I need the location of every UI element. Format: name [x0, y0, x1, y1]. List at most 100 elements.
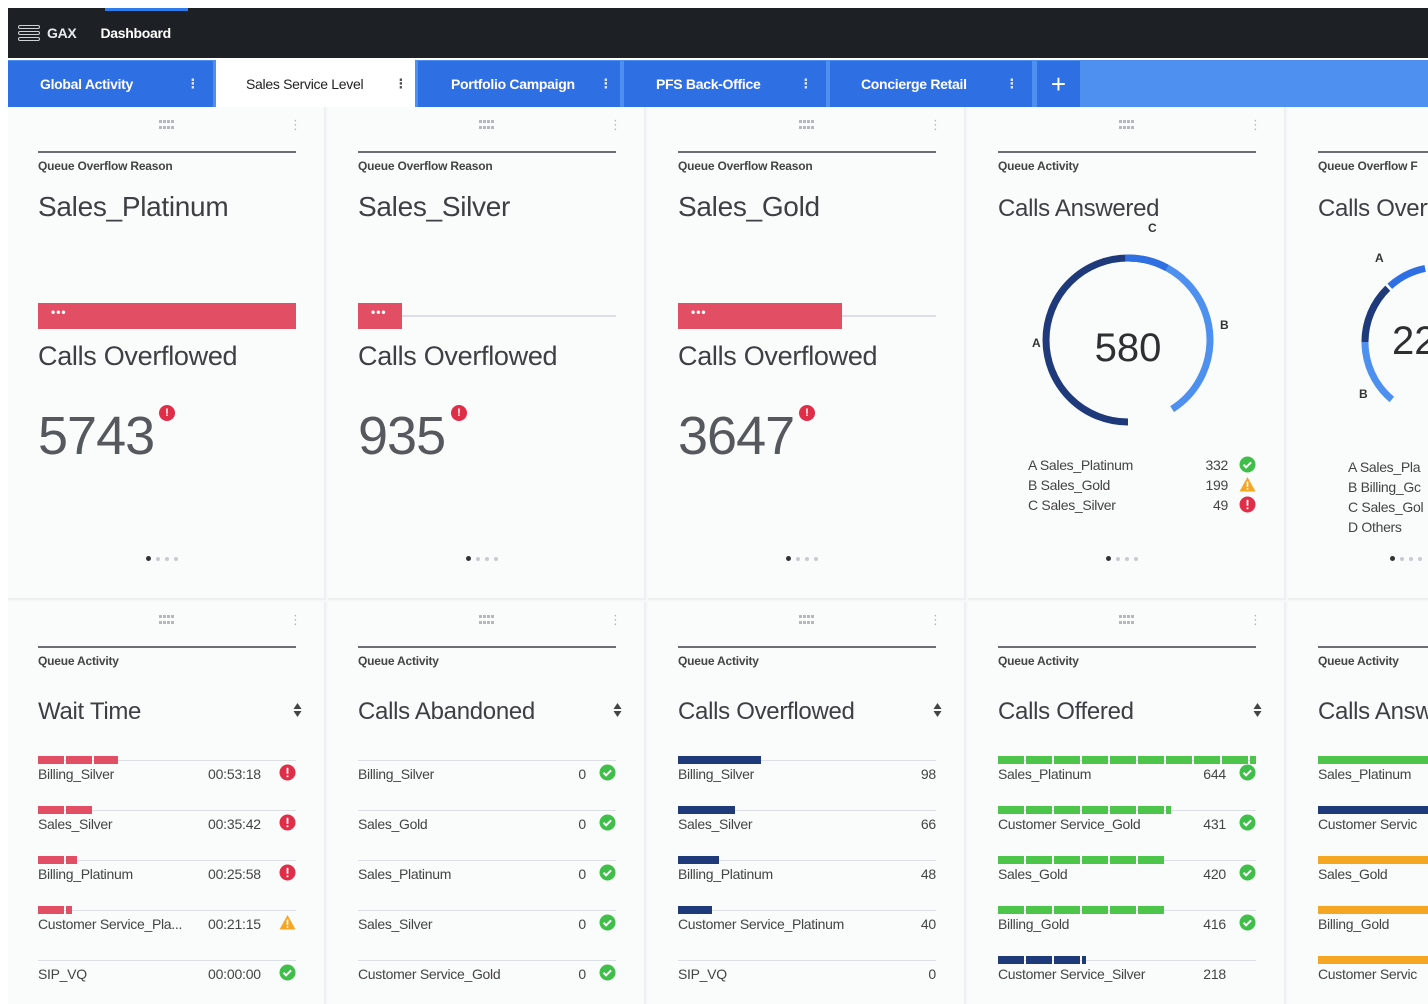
- drag-handle-icon[interactable]: [1119, 615, 1135, 625]
- tab-menu-icon[interactable]: ⋮: [1005, 76, 1018, 92]
- check-circle-icon: [1239, 864, 1256, 881]
- row-name: Sales_Silver: [358, 916, 433, 932]
- ellipsis-icon: •••: [371, 305, 387, 319]
- bar-track: [358, 810, 616, 811]
- card-menu-icon[interactable]: ⋮: [1249, 612, 1262, 628]
- card-pager[interactable]: [466, 556, 498, 561]
- list-item[interactable]: Billing_Platinum 00:25:58: [38, 852, 296, 902]
- list-item[interactable]: Sales_Gold 420: [998, 852, 1256, 902]
- card-menu-icon[interactable]: ⋮: [289, 612, 302, 628]
- legend-item[interactable]: A Sales_Pla: [1348, 457, 1423, 477]
- row-value: 0: [928, 966, 936, 982]
- drag-handle-icon[interactable]: [479, 615, 495, 625]
- card-pager[interactable]: [786, 556, 818, 561]
- list-item[interactable]: Sales_Gold 0: [358, 802, 616, 852]
- row-value: 0: [578, 766, 586, 782]
- error-icon: [279, 814, 296, 831]
- tab-menu-icon[interactable]: ⋮: [599, 76, 612, 92]
- list-item[interactable]: Sales_Platinum 644: [998, 752, 1256, 802]
- tab-menu-icon[interactable]: ⋮: [799, 76, 812, 92]
- sort-icon[interactable]: [1253, 702, 1262, 718]
- list-item[interactable]: Billing_Platinum 48: [678, 852, 936, 902]
- card-pager[interactable]: [1390, 556, 1422, 561]
- sort-icon[interactable]: [293, 702, 302, 718]
- list-item[interactable]: Customer Servic: [1318, 952, 1428, 1002]
- list-item[interactable]: Sales_Gold: [1318, 852, 1428, 902]
- row-value: 218: [1203, 966, 1226, 982]
- drag-handle-icon[interactable]: [159, 120, 175, 130]
- app-name[interactable]: GAX: [47, 25, 77, 41]
- legend-item[interactable]: B Billing_Gc: [1348, 477, 1423, 497]
- row-name: Sales_Silver: [678, 816, 753, 832]
- add-tab-button[interactable]: +: [1037, 61, 1080, 107]
- list-item[interactable]: Sales_Platinum: [1318, 752, 1428, 802]
- drag-handle-icon[interactable]: [799, 615, 815, 625]
- legend-item[interactable]: B Sales_Gold 199: [1028, 475, 1258, 495]
- card-menu-icon[interactable]: ⋮: [1249, 117, 1262, 133]
- sort-icon[interactable]: [933, 702, 942, 718]
- nav-dashboard[interactable]: Dashboard: [100, 25, 171, 41]
- check-circle-icon: [599, 964, 616, 981]
- legend-item[interactable]: D Others: [1348, 517, 1423, 537]
- row-value: 00:00:00: [208, 966, 261, 982]
- list-item[interactable]: Sales_Platinum 0: [358, 852, 616, 902]
- list-item[interactable]: Sales_Silver 66: [678, 802, 936, 852]
- warning-icon: [279, 914, 296, 931]
- value-bar: [38, 906, 72, 914]
- card-title: Calls Answ: [1318, 698, 1428, 725]
- list-item[interactable]: Sales_Silver 0: [358, 902, 616, 952]
- divider: [358, 646, 616, 648]
- card-pager[interactable]: [1106, 556, 1138, 561]
- list-item[interactable]: Customer Service_Gold 431: [998, 802, 1256, 852]
- divider: [358, 151, 616, 153]
- value-bar: [1318, 906, 1428, 914]
- list-item[interactable]: Billing_Gold: [1318, 902, 1428, 952]
- drag-handle-icon[interactable]: [479, 120, 495, 130]
- list-item[interactable]: Billing_Silver 0: [358, 752, 616, 802]
- card-menu-icon[interactable]: ⋮: [929, 612, 942, 628]
- tab-portfolio-campaign[interactable]: Portfolio Campaign ⋮: [418, 61, 620, 107]
- row-name: Billing_Gold: [998, 916, 1070, 932]
- divider: [998, 646, 1256, 648]
- sort-icon[interactable]: [613, 702, 622, 718]
- legend-name: C Sales_Silver: [1028, 497, 1116, 513]
- list-item[interactable]: Sales_Silver 00:35:42: [38, 802, 296, 852]
- divider: [998, 151, 1256, 153]
- list-item[interactable]: Billing_Silver 98: [678, 752, 936, 802]
- card-menu-icon[interactable]: ⋮: [289, 117, 302, 133]
- legend-item[interactable]: C Sales_Gol: [1348, 497, 1424, 517]
- card-menu-icon[interactable]: ⋮: [609, 117, 622, 133]
- row-name: Customer Service_Platinum: [678, 916, 845, 932]
- legend-item[interactable]: A Sales_Platinum 332: [1028, 455, 1258, 475]
- drag-handle-icon[interactable]: [159, 615, 175, 625]
- row-name: Billing_Silver: [358, 766, 434, 782]
- card-pager[interactable]: [146, 556, 178, 561]
- tab-menu-icon[interactable]: ⋮: [394, 76, 407, 92]
- card-menu-icon[interactable]: ⋮: [929, 117, 942, 133]
- list-item[interactable]: Customer Service_Platinum 40: [678, 902, 936, 952]
- row-value: 00:21:15: [208, 916, 261, 932]
- tab-sales-service-level[interactable]: Sales Service Level ⋮: [216, 60, 415, 107]
- list-item[interactable]: Billing_Gold 416: [998, 902, 1256, 952]
- drag-handle-icon[interactable]: [1119, 120, 1135, 130]
- list-item[interactable]: Customer Service_Pla... 00:21:15: [38, 902, 296, 952]
- list-item[interactable]: Billing_Silver 00:53:18: [38, 752, 296, 802]
- list-item[interactable]: Customer Service_Gold 0: [358, 952, 616, 1002]
- tab-pfs-back-office[interactable]: PFS Back-Office ⋮: [624, 61, 826, 107]
- metric-value: 3647: [678, 406, 795, 466]
- list-item[interactable]: Customer Service_Silver 218: [998, 952, 1256, 1002]
- tab-menu-icon[interactable]: ⋮: [186, 76, 199, 92]
- list-item[interactable]: Customer Servic: [1318, 802, 1428, 852]
- legend-item[interactable]: C Sales_Silver 49: [1028, 495, 1258, 515]
- tab-concierge-retail[interactable]: Concierge Retail ⋮: [830, 61, 1032, 107]
- row-name: Billing_Gold: [1318, 916, 1390, 932]
- divider: [678, 646, 936, 648]
- tab-global-activity[interactable]: Global Activity ⋮: [8, 61, 213, 107]
- list-item[interactable]: SIP_VQ 00:00:00: [38, 952, 296, 1002]
- card-menu-icon[interactable]: ⋮: [609, 612, 622, 628]
- calls-offered-card: ⋮ Queue Activity Calls Offered Sales_Pla…: [968, 602, 1286, 1004]
- value-bar: [38, 756, 118, 764]
- drag-handle-icon[interactable]: [799, 120, 815, 130]
- row-name: Customer Service_Pla...: [38, 916, 183, 932]
- list-item[interactable]: SIP_VQ 0: [678, 952, 936, 1002]
